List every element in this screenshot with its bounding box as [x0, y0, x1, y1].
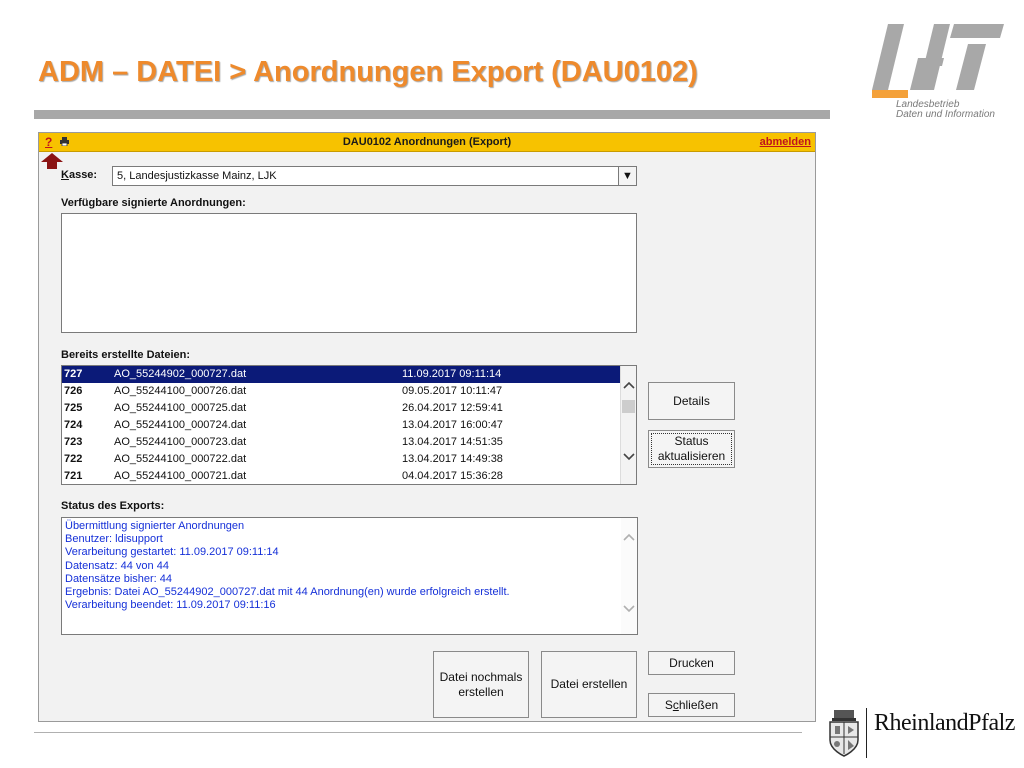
file-id: 724	[64, 419, 83, 431]
file-id: 726	[64, 385, 83, 397]
file-date: 04.04.2017 15:36:28	[402, 470, 503, 482]
chevron-down-icon[interactable]	[621, 452, 636, 468]
kasse-select-value: 5, Landesjustizkasse Mainz, LJK	[117, 170, 277, 182]
kasse-select[interactable]: 5, Landesjustizkasse Mainz, LJK ▼	[112, 166, 637, 186]
print-button[interactable]: Drucken	[648, 651, 735, 675]
file-date: 11.09.2017 09:11:14	[402, 368, 502, 380]
table-row[interactable]: 724 AO_55244100_000724.dat 13.04.2017 16:0…	[62, 417, 620, 434]
status-line: Datensätze bisher: 44	[65, 572, 173, 585]
coat-of-arms-icon	[829, 710, 859, 757]
status-line: Verarbeitung gestartet: 11.09.2017 09:11…	[65, 546, 279, 559]
status-refresh-button[interactable]: Status aktualisieren	[648, 430, 735, 468]
table-row[interactable]: 723 AO_55244100_000723.dat 13.04.2017 14:5…	[62, 434, 620, 451]
file-name: AO_55244100_000724.dat	[114, 419, 247, 431]
title-divider	[34, 110, 830, 119]
close-button[interactable]: Sc hließen	[648, 693, 735, 717]
file-name: AO_55244100_000723.dat	[114, 436, 247, 448]
files-scrollbar[interactable]	[620, 366, 636, 484]
ldi-logo-mark	[872, 24, 1004, 98]
file-id: 723	[64, 436, 83, 448]
status-refresh-label-1: Status	[674, 434, 709, 448]
ldi-logo: Landesbetrieb Daten und Information	[858, 18, 1004, 122]
available-list[interactable]	[61, 213, 637, 333]
status-line: Verarbeitung beendet: 11.09.2017 09:11:1…	[65, 599, 276, 612]
export-window: ? DAU0102 Anordnungen (Export) abmelden …	[38, 132, 816, 722]
chevron-up-icon[interactable]	[621, 380, 636, 396]
status-line: Benutzer: ldisupport	[65, 533, 163, 546]
file-date: 13.04.2017 16:00:47	[402, 419, 503, 431]
file-date: 13.04.2017 14:51:35	[402, 436, 503, 448]
footer-divider	[34, 732, 802, 733]
status-label: Status des Exports:	[61, 500, 165, 512]
kasse-label: Kasse:	[61, 169, 98, 181]
logout-link[interactable]: abmelden	[760, 136, 811, 148]
recreate-file-button[interactable]: Datei nochmals erstellen	[433, 651, 529, 718]
file-name: AO_55244100_000726.dat	[114, 385, 247, 397]
chevron-down-icon[interactable]: ▼	[618, 167, 636, 185]
file-id: 725	[64, 402, 83, 414]
recreate-file-label-2: erstellen	[458, 684, 504, 699]
file-date: 09.05.2017 10:11:47	[402, 385, 503, 397]
slide-title: ADM – DATEI > Anordnungen Export (DAU010…	[38, 56, 698, 88]
recreate-file-label-1: Datei nochmals	[439, 669, 523, 684]
create-file-button[interactable]: Datei erstellen	[541, 651, 637, 718]
available-label: Verfügbare signierte Anordnungen:	[61, 197, 246, 209]
pointer-arrow-icon	[41, 153, 63, 169]
table-row[interactable]: 726 AO_55244100_000726.dat 09.05.2017 10:1…	[62, 383, 620, 400]
status-log[interactable]: Übermittlung signierter Anordnungen Benut…	[61, 517, 638, 635]
files-label: Bereits erstellte Dateien:	[61, 349, 190, 361]
file-date: 13.04.2017 14:49:38	[402, 453, 503, 465]
files-list[interactable]: 727 AO_55244902_000727.dat 11.09.2017 09:1…	[61, 365, 637, 485]
chevron-up-icon[interactable]	[621, 532, 637, 544]
table-row[interactable]: 725 AO_55244100_000725.dat 26.04.2017 12:5…	[62, 400, 620, 417]
file-name: AO_55244100_000725.dat	[114, 402, 247, 414]
status-line: Ergebnis: Datei AO_55244902_000727.dat m…	[65, 586, 510, 599]
status-line: Übermittlung signierter Anordnungen	[65, 520, 245, 532]
file-name: AO_55244902_000727.dat	[114, 368, 247, 380]
status-line: Datensatz: 44 von 44	[65, 559, 169, 572]
status-refresh-label-2: aktualisieren	[657, 449, 726, 463]
file-date: 26.04.2017 12:59:41	[402, 402, 503, 414]
file-id: 727	[64, 368, 83, 380]
file-id: 721	[64, 470, 83, 482]
window-title: DAU0102 Anordnungen (Export)	[342, 136, 512, 148]
details-button[interactable]: Details	[648, 382, 735, 420]
file-name: AO_55244100_000722.dat	[114, 453, 247, 465]
ldi-logo-text: Landesbetrieb Daten und Information	[896, 99, 995, 120]
brand-divider	[866, 708, 867, 758]
file-name: AO_55244100_000721.dat	[114, 470, 247, 482]
table-row[interactable]: 722 AO_55244100_000722.dat 13.04.2017 14:4…	[62, 451, 620, 468]
window-titlebar: ? DAU0102 Anordnungen (Export) abmelden	[39, 133, 815, 152]
chevron-down-icon[interactable]	[621, 604, 637, 616]
scroll-thumb[interactable]	[622, 400, 635, 413]
table-row[interactable]: 721 AO_55244100_000721.dat 04.04.2017 15:3…	[62, 468, 620, 484]
table-row[interactable]: 727 AO_55244902_000727.dat 11.09.2017 09:1…	[62, 366, 620, 383]
file-id: 722	[64, 453, 83, 465]
rheinland-pfalz-logo: RheinlandPfalz	[874, 710, 1015, 736]
status-scrollbar[interactable]	[621, 518, 637, 634]
